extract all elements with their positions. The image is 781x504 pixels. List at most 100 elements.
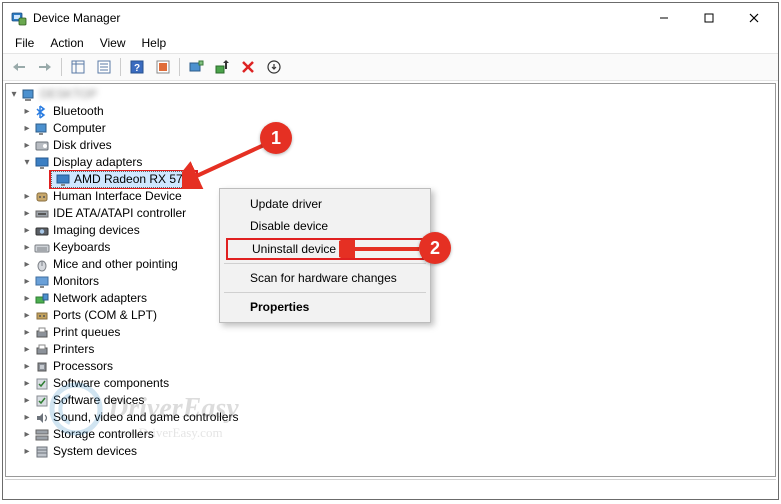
tree-device-selected[interactable]: AMD Radeon RX 570 — [8, 171, 775, 188]
client-area: DESKTOP Bluetooth Computer Disk drives D… — [3, 81, 778, 499]
tree-category-label: Bluetooth — [53, 103, 104, 120]
tree-category-label: IDE ATA/ATAPI controller — [53, 205, 186, 222]
chevron-right-icon[interactable] — [21, 103, 33, 120]
disk-icon — [34, 138, 50, 154]
chevron-right-icon[interactable] — [21, 324, 33, 341]
print-icon — [34, 342, 50, 358]
chevron-right-icon[interactable] — [21, 392, 33, 409]
port-icon — [34, 308, 50, 324]
titlebar: Device Manager — [3, 3, 778, 33]
chevron-right-icon[interactable] — [21, 205, 33, 222]
app-icon — [11, 10, 27, 26]
context-menu-separator — [224, 292, 426, 293]
tree-category[interactable]: Print queues — [8, 324, 775, 341]
menu-file[interactable]: File — [7, 34, 42, 52]
chevron-right-icon[interactable] — [21, 375, 33, 392]
tree-category[interactable]: Printers — [8, 341, 775, 358]
tree-category-label: Processors — [53, 358, 113, 375]
tree-category-label: Software components — [53, 375, 169, 392]
tree-category-label: Network adapters — [53, 290, 147, 307]
chevron-down-icon[interactable] — [21, 154, 33, 171]
uninstall-button[interactable] — [262, 56, 286, 78]
context-menu-item[interactable]: Scan for hardware changes — [222, 267, 428, 289]
show-hide-tree-button[interactable] — [66, 56, 90, 78]
tree-category-label: Software devices — [53, 392, 144, 409]
context-menu-item[interactable]: Update driver — [222, 193, 428, 215]
tree-category-label: Storage controllers — [53, 426, 154, 443]
tree-category[interactable]: Sound, video and game controllers — [8, 409, 775, 426]
status-bar — [5, 479, 776, 497]
svg-text:?: ? — [134, 63, 140, 74]
chevron-right-icon[interactable] — [21, 290, 33, 307]
tree-category[interactable]: Disk drives — [8, 137, 775, 154]
pc-icon — [34, 121, 50, 137]
annotation-arrow-1 — [182, 139, 272, 189]
cpu-icon — [34, 359, 50, 375]
chevron-right-icon[interactable] — [21, 188, 33, 205]
minimize-button[interactable] — [641, 3, 686, 33]
monitor-icon — [34, 274, 50, 290]
storage-icon — [34, 427, 50, 443]
tree-category[interactable]: Computer — [8, 120, 775, 137]
mouse-icon — [34, 257, 50, 273]
chevron-right-icon[interactable] — [21, 426, 33, 443]
back-button[interactable] — [7, 56, 31, 78]
soft-icon — [34, 393, 50, 409]
menu-help[interactable]: Help — [134, 34, 175, 52]
chevron-right-icon[interactable] — [21, 239, 33, 256]
tree-category-label: Print queues — [53, 324, 120, 341]
tree-root[interactable]: DESKTOP — [8, 86, 775, 103]
computer-icon — [21, 87, 37, 103]
update-driver-button[interactable] — [210, 56, 234, 78]
tree-category[interactable]: Software components — [8, 375, 775, 392]
chevron-right-icon[interactable] — [21, 341, 33, 358]
maximize-button[interactable] — [686, 3, 731, 33]
chevron-right-icon[interactable] — [21, 222, 33, 239]
chevron-right-icon[interactable] — [21, 120, 33, 137]
menubar: File Action View Help — [3, 33, 778, 53]
properties-button[interactable] — [92, 56, 116, 78]
toolbar-separator — [120, 58, 121, 76]
tree-category[interactable]: System devices — [8, 443, 775, 460]
tree-category[interactable]: Software devices — [8, 392, 775, 409]
ide-icon — [34, 206, 50, 222]
chevron-right-icon[interactable] — [21, 409, 33, 426]
chevron-right-icon[interactable] — [21, 443, 33, 460]
net-icon — [34, 291, 50, 307]
tree-category[interactable]: Processors — [8, 358, 775, 375]
tree-category-label: Monitors — [53, 273, 99, 290]
display-icon — [55, 172, 71, 188]
tree-category-label: Ports (COM & LPT) — [53, 307, 157, 324]
close-button[interactable] — [731, 3, 776, 33]
chevron-right-icon[interactable] — [21, 256, 33, 273]
delete-button[interactable] — [236, 56, 260, 78]
tree-category[interactable]: Display adapters — [8, 154, 775, 171]
display-icon — [34, 155, 50, 171]
chevron-right-icon[interactable] — [21, 358, 33, 375]
toolbar-icon[interactable] — [151, 56, 175, 78]
annotation-arrow-2 — [339, 240, 425, 258]
scan-button[interactable] — [184, 56, 208, 78]
sound-icon — [34, 410, 50, 426]
context-menu-item[interactable]: Disable device — [222, 215, 428, 237]
tree-device-label: AMD Radeon RX 570 — [74, 171, 189, 188]
tree-category-label: Printers — [53, 341, 94, 358]
help-button[interactable]: ? — [125, 56, 149, 78]
window-title: Device Manager — [33, 11, 120, 25]
tree-category-label: Imaging devices — [53, 222, 140, 239]
menu-action[interactable]: Action — [42, 34, 91, 52]
hid-icon — [34, 189, 50, 205]
menu-view[interactable]: View — [92, 34, 134, 52]
tree-category-label: Disk drives — [53, 137, 112, 154]
forward-button[interactable] — [33, 56, 57, 78]
tree-category[interactable]: Storage controllers — [8, 426, 775, 443]
chevron-right-icon[interactable] — [21, 273, 33, 290]
context-menu-item[interactable]: Properties — [222, 296, 428, 318]
tree-category[interactable]: Bluetooth — [8, 103, 775, 120]
chevron-right-icon[interactable] — [21, 137, 33, 154]
annotation-badge-2: 2 — [419, 232, 451, 264]
tree-category-label: Human Interface Device — [53, 188, 182, 205]
tree-category-label: System devices — [53, 443, 137, 460]
chevron-down-icon[interactable] — [8, 86, 20, 103]
chevron-right-icon[interactable] — [21, 307, 33, 324]
